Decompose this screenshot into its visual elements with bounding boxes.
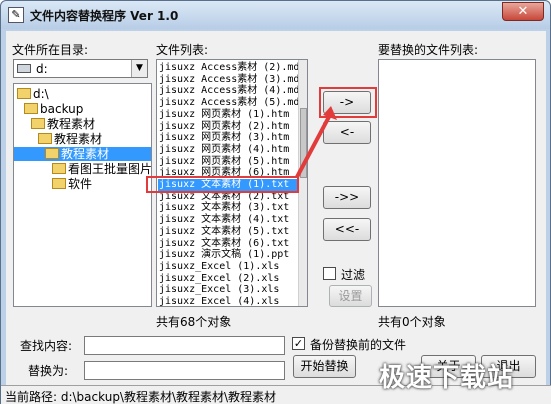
annotation-arrow	[295, 106, 337, 178]
app-window: ✎ 文件内容替换程序 Ver 1.0 ✕ 文件所在目录: d: ▼ d:\ bac…	[0, 0, 551, 404]
current-path: 当前路径: d:\backup\教程素材\教程素材\教程素材	[5, 390, 277, 404]
watermark-logo: 极速下载站	[379, 363, 515, 393]
